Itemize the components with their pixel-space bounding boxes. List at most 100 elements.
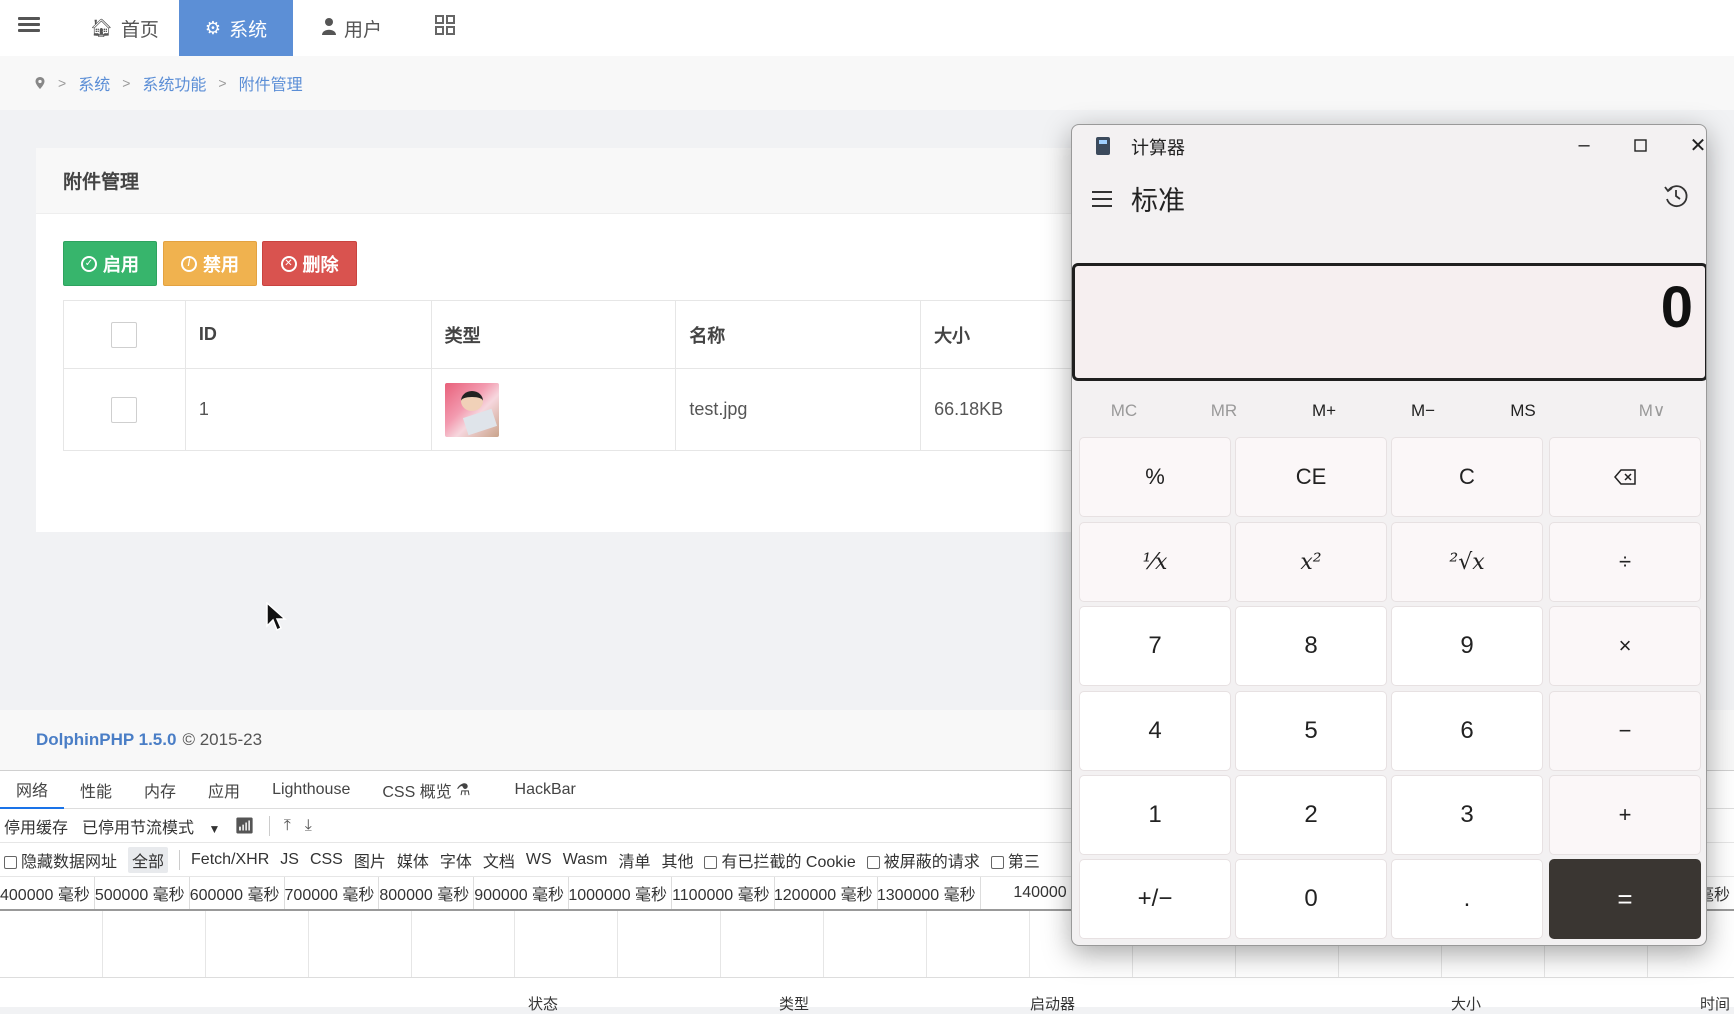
digit-2-key[interactable]: 2 xyxy=(1235,775,1387,855)
close-icon[interactable]: ✕ xyxy=(1678,129,1706,161)
column-header-initiator[interactable]: 启动器 xyxy=(1030,993,1075,1014)
upload-icon[interactable]: ⤒ xyxy=(284,817,291,835)
menu-toggle-icon[interactable] xyxy=(18,14,40,36)
devtools-tab-network[interactable]: 网络 xyxy=(0,771,65,809)
filter-wasm[interactable]: Wasm xyxy=(563,851,608,869)
footer-brand[interactable]: DolphinPHP 1.5.0 xyxy=(36,730,176,750)
select-all-checkbox[interactable] xyxy=(111,321,138,348)
digit-6-key[interactable]: 6 xyxy=(1391,691,1543,771)
cell-type xyxy=(430,368,677,451)
column-header-status[interactable]: 状态 xyxy=(528,993,558,1014)
devtools-tab-lighthouse[interactable]: Lighthouse xyxy=(256,771,366,809)
subtract-key[interactable]: − xyxy=(1549,691,1701,771)
equals-key[interactable]: = xyxy=(1549,859,1701,939)
decimal-key[interactable]: . xyxy=(1391,859,1543,939)
digit-3-key[interactable]: 3 xyxy=(1391,775,1543,855)
history-icon[interactable] xyxy=(1663,183,1689,209)
memory-subtract-button[interactable]: M− xyxy=(1383,401,1463,421)
nav-item-apps[interactable] xyxy=(412,0,478,56)
third-party-checkbox[interactable]: 第三 xyxy=(990,848,1040,872)
enable-button[interactable]: ✓ 启用 xyxy=(63,241,157,286)
negate-key[interactable]: +/− xyxy=(1079,859,1231,939)
clear-key[interactable]: C xyxy=(1391,437,1543,517)
reciprocal-key[interactable]: ⅟x xyxy=(1079,522,1231,602)
filter-fetch-xhr[interactable]: Fetch/XHR xyxy=(191,851,269,869)
nav-item-label: 首页 xyxy=(120,19,159,41)
download-icon[interactable]: ⤓ xyxy=(305,817,312,835)
nav-item-system[interactable]: ⚙ 系统 xyxy=(179,0,293,56)
timeline-tick: 400000 毫秒 xyxy=(0,877,95,909)
column-header-size[interactable]: 大小 xyxy=(1451,993,1481,1014)
column-header-type[interactable]: 类型 xyxy=(779,993,809,1014)
digit-5-key[interactable]: 5 xyxy=(1235,691,1387,771)
blocked-requests-checkbox[interactable]: 被屏蔽的请求 xyxy=(866,848,980,872)
devtools-tab-performance[interactable]: 性能 xyxy=(64,771,128,809)
network-conditions-icon[interactable]: 📶︎ xyxy=(234,816,254,836)
timeline-tick: 500000 毫秒 xyxy=(95,877,190,909)
blocked-cookies-checkbox[interactable]: 有已拦截的 Cookie xyxy=(704,848,856,872)
square-root-key[interactable]: ²√x xyxy=(1391,522,1543,602)
minimize-icon[interactable]: – xyxy=(1564,129,1604,161)
digit-8-key[interactable]: 8 xyxy=(1235,606,1387,686)
column-header-time[interactable]: 时间 xyxy=(1700,993,1730,1014)
backspace-key[interactable] xyxy=(1549,437,1701,517)
table-row: 1 test.jpg 66.18KB xyxy=(63,368,1076,451)
multiply-key[interactable]: × xyxy=(1549,606,1701,686)
row-checkbox[interactable] xyxy=(111,396,138,423)
disable-cache-checkbox[interactable]: 停用缓存 xyxy=(4,814,68,838)
timeline-tick: 1100000 毫秒 xyxy=(672,877,775,909)
digit-9-key[interactable]: 9 xyxy=(1391,606,1543,686)
timeline-tick: 1200000 毫秒 xyxy=(774,877,878,909)
devtools-tab-css-overview[interactable]: CSS 概览 ⚗ xyxy=(366,771,486,809)
devtools-tab-hackbar[interactable]: HackBar xyxy=(499,771,592,809)
timeline-tick: 900000 毫秒 xyxy=(474,877,570,909)
filter-img[interactable]: 图片 xyxy=(354,848,386,872)
filter-divider xyxy=(179,849,181,870)
digit-4-key[interactable]: 4 xyxy=(1079,691,1231,771)
filter-font[interactable]: 字体 xyxy=(440,848,472,872)
filter-ws[interactable]: WS xyxy=(526,851,552,869)
percent-key[interactable]: % xyxy=(1079,437,1231,517)
devtools-tab-application[interactable]: 应用 xyxy=(192,771,256,809)
memory-add-button[interactable]: M+ xyxy=(1284,401,1364,421)
throttle-select[interactable]: 已停用节流模式 ▼ xyxy=(82,814,220,838)
digit-7-key[interactable]: 7 xyxy=(1079,606,1231,686)
column-header-id[interactable]: ID xyxy=(184,300,432,369)
devtools-tab-memory[interactable]: 内存 xyxy=(128,771,192,809)
delete-button[interactable]: ✕ 删除 xyxy=(262,241,357,286)
filter-css[interactable]: CSS xyxy=(310,851,343,869)
memory-recall-button[interactable]: MR xyxy=(1184,401,1264,421)
nav-item-user[interactable]: 用户 xyxy=(300,0,404,56)
footer-copyright: © 2015-23 xyxy=(182,730,263,749)
breadcrumb-link-attachments[interactable]: 附件管理 xyxy=(239,71,303,95)
breadcrumb-link-system[interactable]: 系统 xyxy=(78,71,110,95)
add-key[interactable]: + xyxy=(1549,775,1701,855)
filter-other[interactable]: 其他 xyxy=(661,848,693,872)
filter-all[interactable]: 全部 xyxy=(128,846,169,873)
blocked-cookies-label: 有已拦截的 Cookie xyxy=(721,853,856,871)
attachment-table: ID 类型 名称 大小 1 test.jpg 66.18KB xyxy=(63,300,1076,451)
filter-media[interactable]: 媒体 xyxy=(397,848,429,872)
breadcrumb-link-functions[interactable]: 系统功能 xyxy=(142,71,206,95)
calculator-window: 计算器 – ✕ 标准 0 MC MR M+ M− MS M∨ % CE C ⅟x… xyxy=(1071,124,1707,946)
timeline-tick: 1300000 毫秒 xyxy=(877,877,981,909)
calculator-titlebar[interactable]: 计算器 – ✕ xyxy=(1072,125,1706,165)
filter-js[interactable]: JS xyxy=(280,851,299,869)
digit-0-key[interactable]: 0 xyxy=(1235,859,1387,939)
memory-clear-button[interactable]: MC xyxy=(1084,401,1164,421)
image-thumbnail-icon[interactable] xyxy=(444,382,499,437)
calculator-menu-icon[interactable] xyxy=(1092,191,1112,207)
filter-manifest[interactable]: 清单 xyxy=(618,848,650,872)
memory-list-button[interactable]: M∨ xyxy=(1612,401,1692,421)
memory-store-button[interactable]: MS xyxy=(1483,401,1563,421)
hide-data-urls-checkbox[interactable]: 隐藏数据网址 xyxy=(4,848,117,872)
square-key[interactable]: x² xyxy=(1235,522,1387,602)
maximize-icon[interactable] xyxy=(1620,129,1660,161)
nav-item-home[interactable]: 🏠︎ 首页 xyxy=(68,0,181,56)
disable-button[interactable]: / 禁用 xyxy=(163,241,257,286)
digit-1-key[interactable]: 1 xyxy=(1079,775,1231,855)
divide-key[interactable]: ÷ xyxy=(1549,522,1701,602)
filter-doc[interactable]: 文档 xyxy=(483,848,515,872)
calculator-title: 计算器 xyxy=(1131,138,1185,158)
clear-entry-key[interactable]: CE xyxy=(1235,437,1387,517)
